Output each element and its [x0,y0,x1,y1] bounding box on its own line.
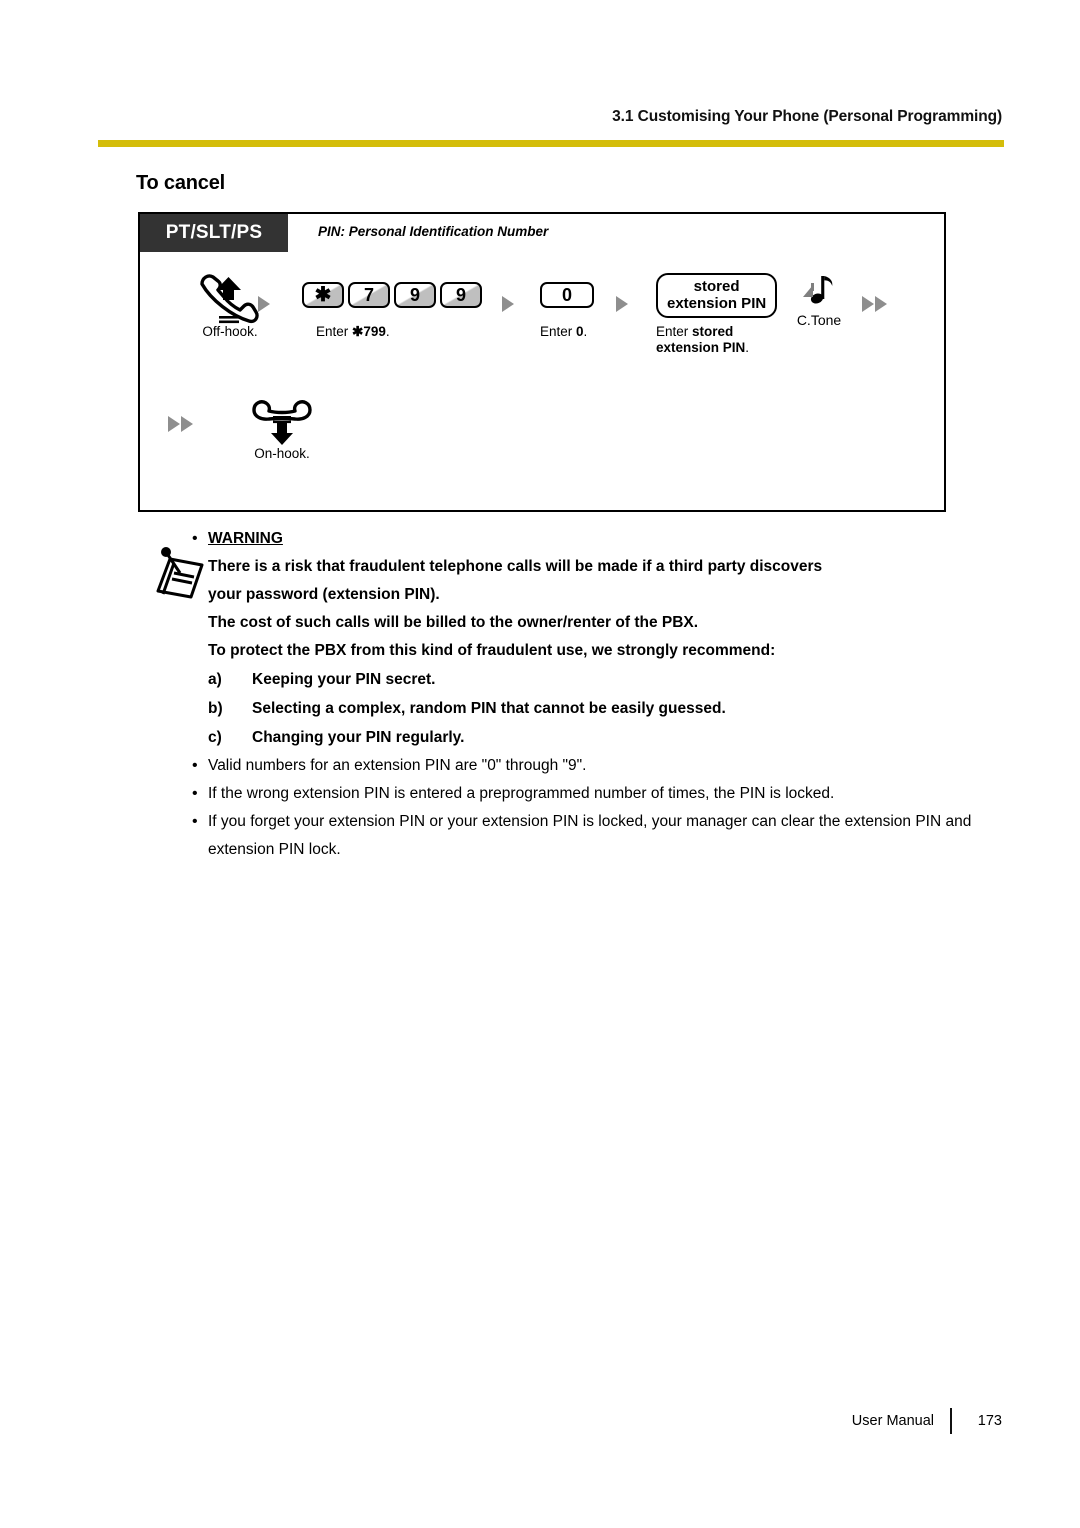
step-enter-799: ✱ 7 9 9 Enter ✱799. [302,266,482,340]
warning-line-4: To protect the PBX from this kind of fra… [208,642,776,659]
step-enter-stored-extension-pin: stored extension PIN Enter stored extens… [656,266,778,356]
page-footer: User Manual 173 [0,1408,1080,1434]
footer-divider [950,1408,952,1434]
step-caption-enter-799: Enter ✱799. [316,324,390,339]
flow-arrow-wrap-2 [168,416,193,437]
procedure-flow-row-1: Off-hook. ✱ 7 9 9 Enter ✱799. 0 Enter 0.… [140,266,948,376]
pin-box-line-2: extension PIN [667,294,767,312]
recommendation-text-a: Keeping your PIN secret. [252,671,436,688]
key-7[interactable]: 7 [348,282,390,308]
stored-extension-pin-box[interactable]: stored extension PIN [656,272,778,318]
note-item-pin-locked: • If the wrong extension PIN is entered … [150,780,1020,808]
key-star[interactable]: ✱ [302,282,344,308]
confirmation-tone-label: C.Tone [796,312,842,328]
flow-arrow-1 [258,296,270,317]
bullet-marker: • [192,813,198,830]
step-caption-enter-stored-pin: Enter stored extension PIN. [656,324,750,355]
keypad-group-0: 0 [540,266,594,324]
running-head-text: 3.1 Customising Your Phone (Personal Pro… [612,108,1002,125]
key-0[interactable]: 0 [540,282,594,308]
note-text-pin-locked: If the wrong extension PIN is entered a … [208,785,835,802]
step-caption-off-hook: Off-hook. [202,324,258,339]
note-text-valid-numbers: Valid numbers for an extension PIN are "… [208,757,587,774]
bullet-marker: • [192,757,198,774]
note-item-valid-numbers: • Valid numbers for an extension PIN are… [150,752,1020,780]
warning-line-2: your password (extension PIN). [208,586,440,603]
phone-type-badge: PT/SLT/PS [140,214,288,252]
procedure-box: PT/SLT/PS PIN: Personal Identification N… [138,212,946,512]
warning-line-3: The cost of such calls will be billed to… [208,614,699,631]
note-item-forgot-pin: • If you forget your extension PIN or yo… [150,808,1018,864]
notes-block: • WARNING There is a risk that fraudulen… [150,525,1020,864]
recommendation-marker-a: a) [208,671,222,688]
key-9-b[interactable]: 9 [440,282,482,308]
recommendation-text-c: Changing your PIN regularly. [252,729,465,746]
note-item-warning: • WARNING There is a risk that fraudulen… [150,525,1020,752]
bullet-marker: • [192,785,198,802]
key-9-a[interactable]: 9 [394,282,436,308]
step-caption-enter-0: Enter 0. [540,324,588,339]
note-text-forgot-pin: If you forget your extension PIN or your… [208,813,972,858]
recommendation-item-c: c) Changing your PIN regularly. [208,723,1020,752]
confirmation-tone: C.Tone [786,272,852,328]
flow-arrow-wrap-1 [862,296,887,317]
running-head: 3.1 Customising Your Phone (Personal Pro… [98,108,1002,126]
step-caption-on-hook: On-hook. [254,446,310,461]
warning-line-1: There is a risk that fraudulent telephon… [208,558,823,575]
footer-page-number: 173 [977,1413,1002,1429]
step-enter-0: 0 Enter 0. [540,266,594,340]
notes-list: • WARNING There is a risk that fraudulen… [150,525,1020,864]
music-note-icon [786,272,852,315]
recommendation-text-b: Selecting a complex, random PIN that can… [252,700,726,717]
warning-label: WARNING [208,530,283,547]
recommendation-item-b: b) Selecting a complex, random PIN that … [208,694,1020,723]
bullet-marker: • [192,530,198,547]
pin-box-line-1: stored [693,277,740,295]
procedure-flow-row-2: On-hook. [140,394,948,494]
flow-arrow-2 [502,296,514,317]
flow-arrow-3 [616,296,628,317]
page-title: To cancel [136,172,225,194]
handset-on-hook-icon [230,394,334,446]
keypad-group-799: ✱ 7 9 9 [302,266,482,324]
step-on-hook: On-hook. [230,394,334,462]
footer-doc-label: User Manual [851,1413,934,1429]
recommendation-marker-c: c) [208,729,222,746]
recommendation-list: a) Keeping your PIN secret. b) Selecting… [208,665,1020,752]
recommendation-marker-b: b) [208,700,223,717]
recommendation-item-a: a) Keeping your PIN secret. [208,665,1020,694]
pin-definition-note: PIN: Personal Identification Number [318,224,549,239]
header-rule [98,140,1004,147]
